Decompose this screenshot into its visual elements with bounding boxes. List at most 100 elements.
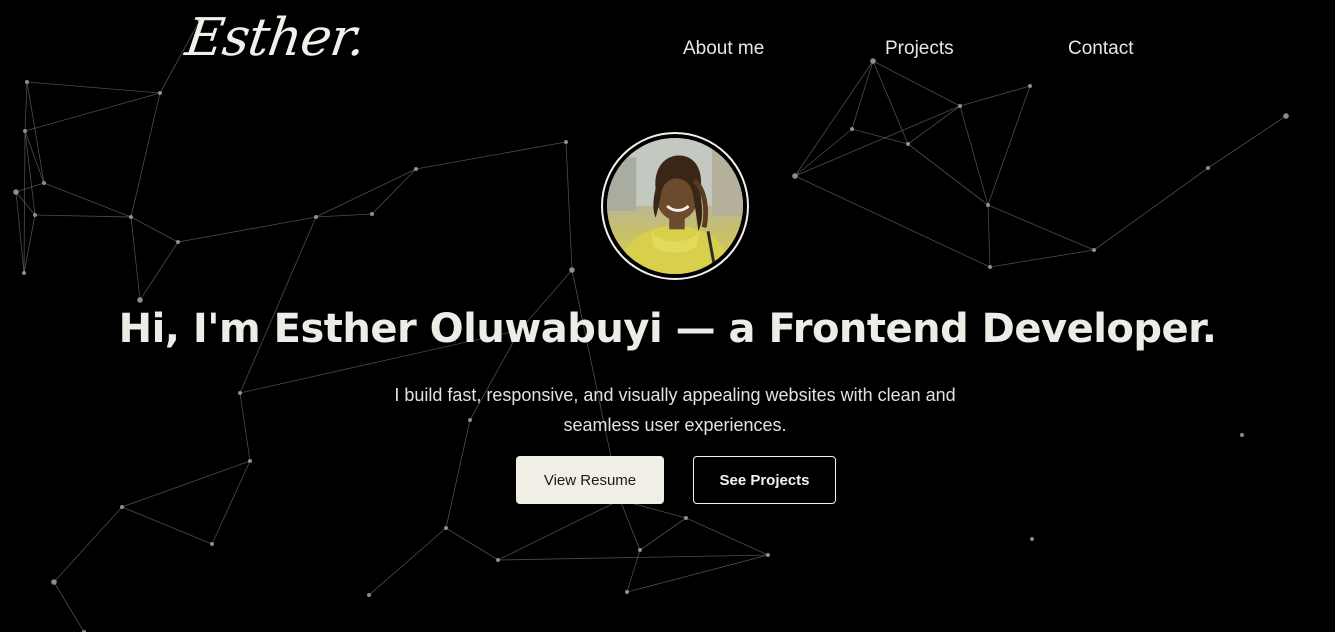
network-line <box>315 168 417 218</box>
hero-subtitle-line-2: seamless user experiences. <box>563 415 787 435</box>
network-dot <box>988 265 992 269</box>
network-dot <box>314 215 318 219</box>
network-dot <box>1240 433 1244 437</box>
network-dot <box>1028 84 1032 88</box>
network-line <box>239 216 317 394</box>
network-line <box>794 105 961 177</box>
network-line <box>989 249 1095 268</box>
network-line <box>23 214 36 274</box>
network-dot <box>176 240 180 244</box>
profile-photo <box>607 138 743 274</box>
network-dot <box>23 129 27 133</box>
network-line <box>24 92 161 132</box>
network-dot <box>792 173 798 179</box>
nav-link-contact[interactable]: Contact <box>1068 38 1133 60</box>
network-line <box>43 182 132 218</box>
network-line <box>121 506 213 545</box>
network-line <box>685 517 769 556</box>
network-dot <box>1206 166 1210 170</box>
network-line <box>497 499 621 561</box>
hero-headline: Hi, I'm Esther Oluwabuyi — a Frontend De… <box>118 306 1217 352</box>
network-line <box>15 191 25 274</box>
network-line <box>565 141 573 271</box>
network-dot <box>906 142 910 146</box>
network-dot <box>42 181 46 185</box>
network-line <box>211 460 251 545</box>
network-dot <box>1030 537 1034 541</box>
network-dot <box>766 553 770 557</box>
view-resume-button[interactable]: View Resume <box>516 456 664 504</box>
network-line <box>130 216 141 301</box>
network-line <box>987 204 1095 251</box>
network-dot <box>564 140 568 144</box>
network-dot <box>370 212 374 216</box>
network-line <box>15 191 36 216</box>
network-line <box>34 214 132 218</box>
network-line <box>987 85 1031 206</box>
network-line <box>959 105 989 206</box>
site-logo[interactable]: Esther. <box>182 8 369 68</box>
network-line <box>121 460 251 508</box>
network-dot <box>51 579 57 585</box>
network-dot <box>13 189 19 195</box>
network-line <box>1093 167 1209 251</box>
network-dot <box>496 558 500 562</box>
network-dot <box>638 548 642 552</box>
network-line <box>639 517 687 551</box>
network-line <box>23 130 26 274</box>
network-line <box>15 182 45 193</box>
network-line <box>987 204 991 268</box>
network-dot <box>238 391 242 395</box>
network-dot <box>137 297 143 303</box>
network-line <box>139 241 179 301</box>
hero-subtitle-line-1: I build fast, responsive, and visually a… <box>394 385 956 405</box>
network-line <box>415 141 567 170</box>
network-dot <box>958 104 962 108</box>
network-line <box>619 499 641 551</box>
network-line <box>626 554 769 593</box>
see-projects-button[interactable]: See Projects <box>693 456 836 504</box>
network-dot <box>367 593 371 597</box>
network-line <box>315 213 373 218</box>
network-line <box>907 143 989 206</box>
network-dot <box>248 459 252 463</box>
network-line <box>371 168 417 215</box>
network-dot <box>210 542 214 546</box>
network-line <box>794 175 991 268</box>
network-line <box>445 527 499 561</box>
network-dot <box>1283 113 1289 119</box>
network-line <box>497 554 769 561</box>
network-dot <box>684 516 688 520</box>
nav-link-about[interactable]: About me <box>683 38 764 60</box>
network-dot <box>569 267 575 273</box>
network-dot <box>414 167 418 171</box>
hero-subtitle: I build fast, responsive, and visually a… <box>360 380 990 440</box>
network-dot <box>22 271 26 275</box>
network-line <box>239 392 251 462</box>
network-line <box>872 60 961 107</box>
network-dot <box>870 58 876 64</box>
network-line <box>626 549 641 593</box>
network-line <box>53 581 85 632</box>
network-line <box>130 216 179 243</box>
network-line <box>794 60 874 177</box>
network-line <box>53 506 123 583</box>
network-line <box>24 81 28 132</box>
network-dot <box>850 127 854 131</box>
network-line <box>872 60 909 145</box>
nav-link-projects[interactable]: Projects <box>885 38 954 60</box>
network-dot <box>120 505 124 509</box>
network-dot <box>33 213 37 217</box>
network-line <box>851 60 874 130</box>
network-line <box>794 128 853 177</box>
network-dot <box>625 590 629 594</box>
network-line <box>26 81 161 94</box>
network-dot <box>444 526 448 530</box>
network-dot <box>129 215 133 219</box>
network-line <box>959 85 1031 107</box>
network-dot <box>986 203 990 207</box>
network-line <box>130 92 161 218</box>
network-line <box>368 527 447 596</box>
network-dot <box>25 80 29 84</box>
network-dot <box>158 91 162 95</box>
